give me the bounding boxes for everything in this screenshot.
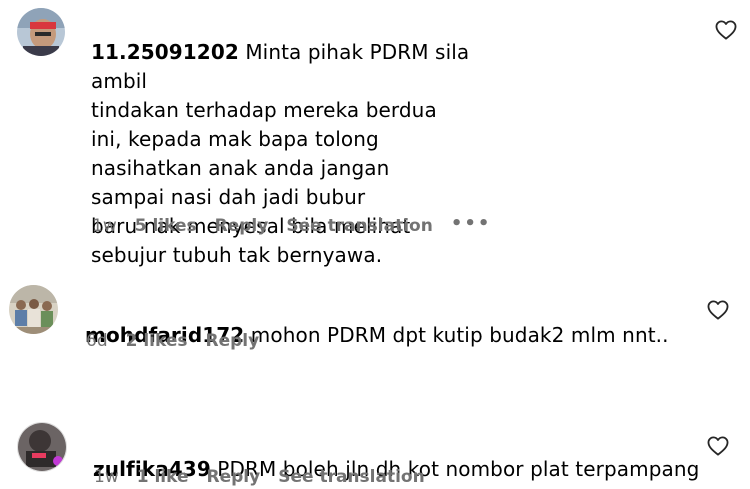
see-translation-button[interactable]: See translation — [278, 467, 424, 487]
reply-button[interactable]: Reply — [207, 467, 261, 487]
comment-time: 1w — [94, 467, 119, 487]
comment-text: mohon PDRM dpt kutip budak2 mlm nnt.. — [244, 323, 669, 347]
more-options-icon[interactable]: ••• — [451, 213, 492, 234]
comment-meta: 1w 5 likes Reply See translation ••• — [92, 213, 509, 237]
user-avatar[interactable] — [9, 285, 58, 334]
comment-meta: 1w 1 like Reply See translation — [94, 467, 443, 487]
likes-count[interactable]: 5 likes — [135, 216, 197, 236]
likes-count[interactable]: 1 like — [137, 467, 189, 487]
heart-outline-icon[interactable] — [707, 300, 729, 320]
likes-count[interactable]: 2 likes — [126, 331, 188, 351]
user-avatar[interactable] — [17, 8, 65, 56]
see-translation-button[interactable]: See translation — [286, 216, 432, 236]
comment-username[interactable]: 11.25091202 — [91, 40, 239, 64]
heart-outline-icon[interactable] — [715, 20, 737, 40]
heart-outline-icon[interactable] — [707, 436, 729, 456]
comment-meta: 6d 2 likes Reply — [86, 331, 277, 351]
reply-button[interactable]: Reply — [206, 331, 260, 351]
comment-time: 6d — [86, 331, 108, 351]
reply-button[interactable]: Reply — [215, 216, 269, 236]
comment-time: 1w — [92, 216, 117, 236]
user-avatar[interactable] — [17, 422, 67, 472]
